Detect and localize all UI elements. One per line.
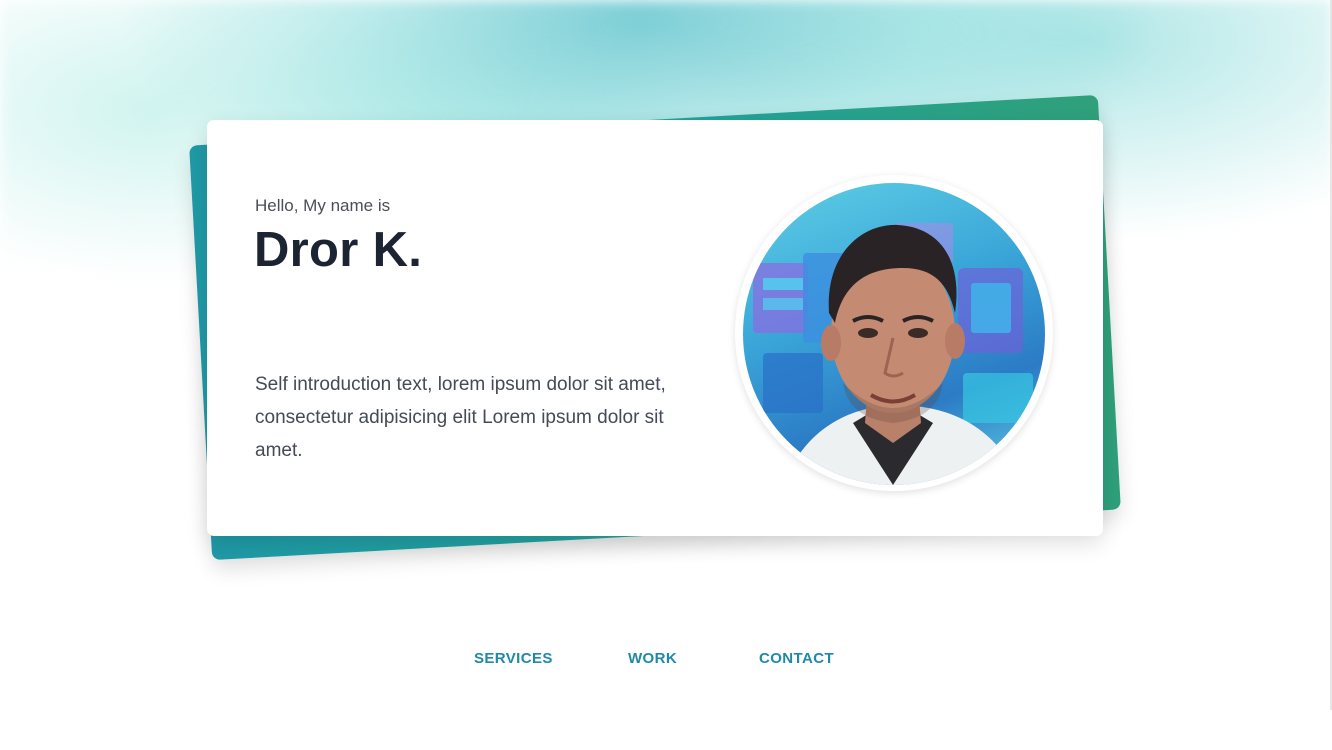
intro-paragraph: Self introduction text, lorem ipsum dolo… [255, 374, 666, 461]
page-title: Dror K. [254, 223, 423, 277]
portrait-image [753, 223, 1033, 485]
avatar [743, 183, 1045, 485]
nav-link-services[interactable]: SERVICES [474, 650, 553, 667]
nav-link-contact[interactable]: CONTACT [759, 650, 834, 667]
greeting-text: Hello, My name is [255, 196, 391, 215]
page: Hello, My name is Dror K. Self introduct… [0, 0, 1332, 750]
intro-card: Hello, My name is Dror K. Self introduct… [207, 120, 1103, 536]
avatar-frame [735, 175, 1053, 491]
nav-link-work[interactable]: WORK [628, 650, 677, 667]
main-nav: SERVICES WORK CONTACT [0, 650, 1332, 674]
